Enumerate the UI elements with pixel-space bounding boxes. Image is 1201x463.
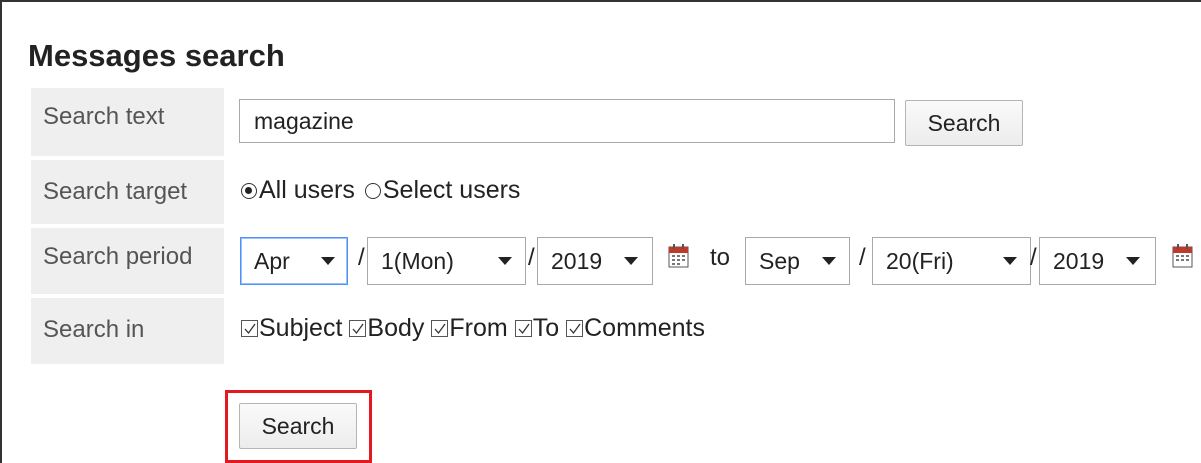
- radio-select-users-label[interactable]: Select users: [383, 176, 521, 205]
- from-month-select[interactable]: Apr: [240, 237, 348, 285]
- to-month-value: Sep: [759, 247, 800, 274]
- chevron-down-icon: [498, 257, 512, 265]
- checkbox-comments[interactable]: [566, 320, 584, 337]
- date-separator: /: [528, 244, 535, 271]
- page-title: Messages search: [28, 38, 285, 73]
- checkbox-body-label[interactable]: Body: [367, 314, 424, 343]
- checkbox-body[interactable]: [349, 320, 367, 337]
- to-year-value: 2019: [1053, 247, 1105, 274]
- chevron-down-icon: [321, 257, 335, 265]
- calendar-icon[interactable]: [668, 244, 689, 268]
- period-to-label: to: [710, 244, 731, 271]
- checkbox-comments-label[interactable]: Comments: [584, 314, 705, 343]
- search-text-input[interactable]: [239, 99, 895, 143]
- checkbox-subject[interactable]: [241, 320, 258, 337]
- from-day-value: 1(Mon): [381, 247, 454, 274]
- from-year-value: 2019: [551, 247, 603, 274]
- checkbox-from[interactable]: [431, 320, 449, 337]
- search-period-label: Search period: [31, 228, 224, 294]
- date-separator: /: [859, 244, 866, 271]
- search-target-options: All users Select users: [241, 176, 520, 205]
- from-month-value: Apr: [254, 247, 290, 274]
- submit-search-button[interactable]: Search: [239, 403, 357, 449]
- search-in-label: Search in: [31, 298, 224, 364]
- date-separator: /: [358, 244, 365, 271]
- search-in-options: Subject Body From To Comments: [241, 314, 705, 343]
- to-month-select[interactable]: Sep: [745, 237, 850, 285]
- checkbox-to[interactable]: [514, 320, 532, 337]
- chevron-down-icon: [1003, 257, 1017, 265]
- to-year-select[interactable]: 2019: [1039, 237, 1156, 285]
- chevron-down-icon: [624, 257, 638, 265]
- date-separator: /: [1030, 244, 1037, 271]
- chevron-down-icon: [822, 257, 836, 265]
- checkbox-from-label[interactable]: From: [449, 314, 507, 343]
- from-year-select[interactable]: 2019: [537, 237, 653, 285]
- to-day-select[interactable]: 20(Fri): [872, 237, 1031, 285]
- radio-all-users-label[interactable]: All users: [259, 176, 355, 205]
- checkbox-to-label[interactable]: To: [533, 314, 559, 343]
- radio-all-users[interactable]: [241, 182, 257, 199]
- to-day-value: 20(Fri): [886, 247, 954, 274]
- checkbox-subject-label[interactable]: Subject: [259, 314, 342, 343]
- radio-select-users[interactable]: [364, 182, 381, 199]
- search-button[interactable]: Search: [905, 100, 1023, 146]
- chevron-down-icon: [1126, 257, 1140, 265]
- calendar-icon[interactable]: [1172, 244, 1193, 268]
- from-day-select[interactable]: 1(Mon): [367, 237, 526, 285]
- search-target-label: Search target: [31, 160, 224, 224]
- search-text-label: Search text: [31, 88, 224, 156]
